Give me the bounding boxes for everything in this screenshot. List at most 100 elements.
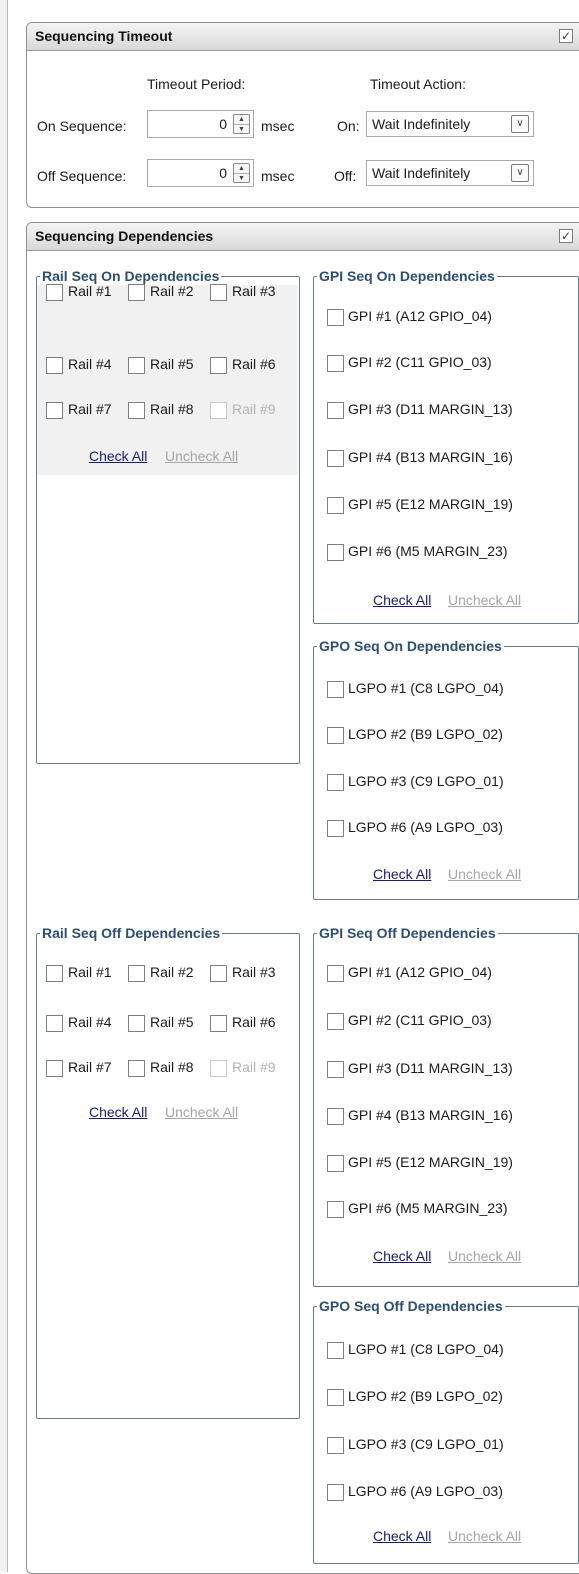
- spin-up-icon[interactable]: ▲: [234, 115, 249, 124]
- gpi-off-checkbox-4[interactable]: [327, 1108, 344, 1125]
- gpo-on-checkbox-4[interactable]: [327, 820, 344, 837]
- rail-off-checkbox-3[interactable]: [210, 965, 227, 982]
- rail-off-checkbox-5[interactable]: [128, 1015, 145, 1032]
- rail-on-label-8: Rail #8: [150, 401, 194, 417]
- gpi-off-check-all-link[interactable]: Check All: [373, 1248, 431, 1264]
- gpo-off-checkbox-3[interactable]: [327, 1437, 344, 1454]
- rail-on-checkbox-1[interactable]: [46, 284, 63, 301]
- gpo-on-checkbox-1[interactable]: [327, 681, 344, 698]
- rail-on-checkbox-7[interactable]: [46, 402, 63, 419]
- rail-off-checkbox-8[interactable]: [128, 1060, 145, 1077]
- rail-off-checkbox-6[interactable]: [210, 1015, 227, 1032]
- rail-on-checkbox-5[interactable]: [128, 357, 145, 374]
- rail-off-uncheck-all-link: Uncheck All: [165, 1104, 239, 1120]
- gpo-on-label-2: LGPO #2 (B9 LGPO_02): [348, 726, 503, 742]
- rail-on-checkbox-2[interactable]: [128, 284, 145, 301]
- rail-seq-on-group: Rail Seq On Dependencies: [36, 268, 300, 764]
- on-action-value: Wait Indefinitely: [372, 116, 471, 132]
- rail-off-check-all-link[interactable]: Check All: [89, 1104, 147, 1120]
- gpi-off-checkbox-2[interactable]: [327, 1013, 344, 1030]
- off-sequence-unit: msec: [261, 168, 295, 184]
- gpo-on-uncheck-all-link: Uncheck All: [448, 866, 522, 882]
- gpi-off-label-5: GPI #5 (E12 MARGIN_19): [348, 1154, 513, 1170]
- off-sequence-label: Off Sequence:: [37, 168, 127, 184]
- rail-seq-off-title: Rail Seq Off Dependencies: [42, 925, 221, 941]
- rail-off-label-7: Rail #7: [68, 1059, 112, 1075]
- rail-off-label-9: Rail #9: [232, 1059, 276, 1075]
- rail-off-checkbox-2[interactable]: [128, 965, 145, 982]
- on-sequence-value: 0: [219, 116, 227, 132]
- on-sequence-label: On Sequence:: [37, 118, 127, 134]
- gpo-off-label-2: LGPO #2 (B9 LGPO_02): [348, 1388, 503, 1404]
- timeout-enable-checkbox[interactable]: ✓: [559, 29, 573, 43]
- gpo-on-check-all-link[interactable]: Check All: [373, 866, 431, 882]
- rail-off-checkbox-7[interactable]: [46, 1060, 63, 1077]
- gpo-off-label-4: LGPO #6 (A9 LGPO_03): [348, 1483, 503, 1499]
- rail-on-label-5: Rail #5: [150, 356, 194, 372]
- panel-title: Sequencing Timeout: [35, 28, 173, 44]
- rail-on-label-7: Rail #7: [68, 401, 112, 417]
- gpi-off-checkbox-1[interactable]: [327, 965, 344, 982]
- gpi-off-label-4: GPI #4 (B13 MARGIN_16): [348, 1107, 513, 1123]
- rail-off-label-3: Rail #3: [232, 964, 276, 980]
- dropdown-arrow-icon[interactable]: ∨: [511, 115, 529, 133]
- on-action-label: On:: [337, 118, 360, 134]
- rail-seq-on-title: Rail Seq On Dependencies: [42, 268, 220, 284]
- gpi-off-label-3: GPI #3 (D11 MARGIN_13): [348, 1060, 513, 1076]
- gpi-on-checkbox-5[interactable]: [327, 497, 344, 514]
- off-sequence-spinner[interactable]: ▲ ▼: [233, 163, 250, 183]
- off-sequence-timeout-input[interactable]: 0 ▲ ▼: [147, 159, 254, 187]
- gpi-on-label-5: GPI #5 (E12 MARGIN_19): [348, 496, 513, 512]
- rail-on-checkbox-8[interactable]: [128, 402, 145, 419]
- gpi-on-label-3: GPI #3 (D11 MARGIN_13): [348, 401, 513, 417]
- gpo-seq-off-group: GPO Seq Off Dependencies: [313, 1298, 579, 1564]
- timeout-action-header: Timeout Action:: [370, 76, 466, 92]
- gpo-off-label-1: LGPO #1 (C8 LGPO_04): [348, 1341, 504, 1357]
- gpo-seq-on-group: GPO Seq On Dependencies: [313, 638, 579, 900]
- rail-off-checkbox-4[interactable]: [46, 1015, 63, 1032]
- off-timeout-action-select[interactable]: Wait Indefinitely ∨: [366, 160, 534, 186]
- gpi-on-checkbox-2[interactable]: [327, 355, 344, 372]
- rail-off-checkbox-1[interactable]: [46, 965, 63, 982]
- gpo-off-check-all-link[interactable]: Check All: [373, 1528, 431, 1544]
- gpo-off-checkbox-2[interactable]: [327, 1389, 344, 1406]
- rail-on-check-all-link[interactable]: Check All: [89, 448, 147, 464]
- spin-down-icon[interactable]: ▼: [234, 124, 249, 133]
- gpo-off-checkbox-1[interactable]: [327, 1342, 344, 1359]
- gpi-off-checkbox-3[interactable]: [327, 1061, 344, 1078]
- left-border-strip: [0, 0, 8, 1572]
- rail-on-checkbox-3[interactable]: [210, 284, 227, 301]
- gpi-off-uncheck-all-link: Uncheck All: [448, 1248, 522, 1264]
- sequencing-timeout-panel: Sequencing Timeout ✓ Timeout Period: Tim…: [26, 22, 579, 208]
- gpo-on-checkbox-2[interactable]: [327, 727, 344, 744]
- on-sequence-timeout-input[interactable]: 0 ▲ ▼: [147, 110, 254, 138]
- on-sequence-unit: msec: [261, 118, 295, 134]
- dependencies-enable-checkbox[interactable]: ✓: [559, 229, 573, 243]
- gpi-off-checkbox-6[interactable]: [327, 1201, 344, 1218]
- dropdown-arrow-icon[interactable]: ∨: [511, 164, 529, 182]
- gpi-off-checkbox-5[interactable]: [327, 1155, 344, 1172]
- rail-off-label-8: Rail #8: [150, 1059, 194, 1075]
- gpo-off-label-3: LGPO #3 (C9 LGPO_01): [348, 1436, 504, 1452]
- spin-up-icon[interactable]: ▲: [234, 164, 249, 173]
- sequencing-dependencies-header[interactable]: Sequencing Dependencies ✓: [27, 223, 579, 251]
- gpo-on-checkbox-3[interactable]: [327, 774, 344, 791]
- rail-seq-off-group: Rail Seq Off Dependencies: [36, 925, 300, 1419]
- gpo-off-checkbox-4[interactable]: [327, 1484, 344, 1501]
- spin-down-icon[interactable]: ▼: [234, 173, 249, 182]
- gpi-on-checkbox-4[interactable]: [327, 450, 344, 467]
- gpo-on-label-1: LGPO #1 (C8 LGPO_04): [348, 680, 504, 696]
- rail-on-checkbox-4[interactable]: [46, 357, 63, 374]
- on-timeout-action-select[interactable]: Wait Indefinitely ∨: [366, 111, 534, 137]
- rail-on-checkbox-9: [210, 402, 227, 419]
- gpi-on-checkbox-1[interactable]: [327, 309, 344, 326]
- gpo-on-label-3: LGPO #3 (C9 LGPO_01): [348, 773, 504, 789]
- gpi-seq-off-title: GPI Seq Off Dependencies: [319, 925, 496, 941]
- rail-on-checkbox-6[interactable]: [210, 357, 227, 374]
- sequencing-timeout-header[interactable]: Sequencing Timeout ✓: [27, 23, 579, 51]
- gpi-on-checkbox-6[interactable]: [327, 544, 344, 561]
- gpi-on-check-all-link[interactable]: Check All: [373, 592, 431, 608]
- on-sequence-spinner[interactable]: ▲ ▼: [233, 114, 250, 134]
- gpi-off-label-2: GPI #2 (C11 GPIO_03): [348, 1012, 492, 1028]
- gpi-on-checkbox-3[interactable]: [327, 402, 344, 419]
